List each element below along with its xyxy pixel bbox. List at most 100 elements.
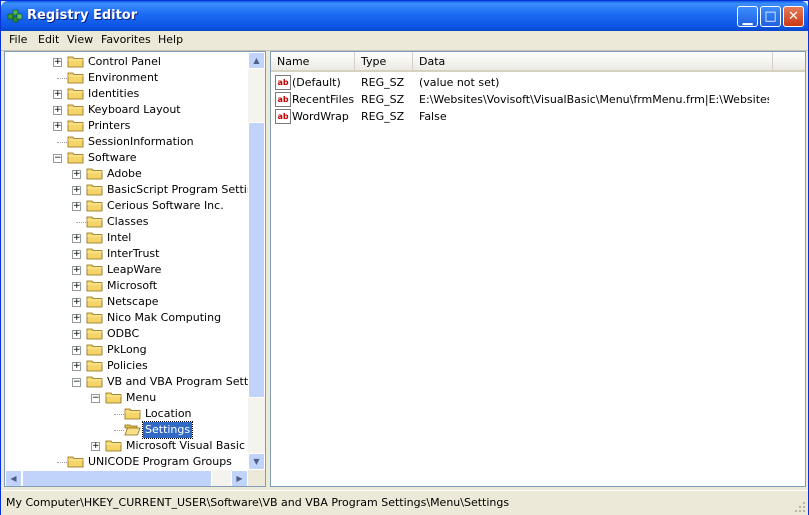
expand-icon[interactable]: + — [72, 313, 81, 323]
tree-item[interactable]: + Intel — [5, 230, 248, 246]
resize-grip-icon[interactable] — [794, 501, 806, 513]
tree-item-label: BasicScript Program Settings — [107, 183, 266, 196]
value-name: WordWrap — [292, 110, 349, 123]
tree-item[interactable]: Environment — [5, 70, 248, 86]
expand-icon[interactable]: + — [53, 121, 62, 131]
expand-icon[interactable]: + — [91, 441, 100, 451]
tree-item[interactable]: Location — [5, 406, 248, 422]
tree-item[interactable]: + PkLong — [5, 342, 248, 358]
svg-text:ab: ab — [277, 78, 288, 87]
close-button[interactable]: ✕ — [783, 6, 804, 27]
window-title: Registry Editor — [27, 8, 138, 23]
tree-item[interactable]: + Identities — [5, 86, 248, 102]
tree-item[interactable]: UNICODE Program Groups — [5, 454, 248, 470]
tree-item[interactable]: SessionInformation — [5, 134, 248, 150]
tree-item[interactable]: + Adobe — [5, 166, 248, 182]
collapse-icon[interactable]: − — [72, 377, 81, 387]
expand-icon[interactable]: + — [72, 169, 81, 179]
expand-icon[interactable]: + — [72, 297, 81, 307]
tree-item[interactable]: + Microsoft — [5, 278, 248, 294]
menu-file[interactable]: File — [9, 33, 27, 46]
tree-item[interactable]: + InterTrust — [5, 246, 248, 262]
tree-vertical-thumb[interactable] — [248, 122, 265, 398]
tree-item[interactable]: + Cerious Software Inc. — [5, 198, 248, 214]
tree-item[interactable]: + Keyboard Layout — [5, 102, 248, 118]
tree-item-label: Printers — [88, 119, 131, 132]
value-row[interactable]: ab RecentFiles REG_SZ E:\Websites\Vovisoft\… — [273, 91, 803, 108]
folder-icon — [86, 328, 103, 340]
value-row[interactable]: ab (Default) REG_SZ (value not set) — [273, 74, 803, 91]
value-name: RecentFiles — [292, 93, 355, 106]
expand-icon[interactable]: + — [53, 105, 62, 115]
collapse-icon[interactable]: − — [91, 393, 100, 403]
minimize-button[interactable]: ▁ — [737, 6, 758, 27]
column-header-name[interactable]: Name — [271, 52, 355, 72]
tree-item-label: PkLong — [107, 343, 147, 356]
tree-item[interactable]: − Menu — [5, 390, 248, 406]
menu-edit[interactable]: Edit — [38, 33, 59, 46]
registry-tree[interactable]: + Control Panel Environment + Identities + Key… — [4, 51, 266, 487]
tree-item[interactable]: + Policies — [5, 358, 248, 374]
tree-item[interactable]: + Nico Mak Computing — [5, 310, 248, 326]
expander-glyph: + — [92, 441, 100, 451]
scroll-up-button[interactable]: ▲ — [248, 52, 265, 69]
menu-view[interactable]: View — [67, 33, 93, 46]
tree-item-label: Environment — [88, 71, 159, 84]
expand-icon[interactable]: + — [72, 233, 81, 243]
values-list[interactable]: Name Type Data ab (Default) REG_SZ (value n… — [270, 51, 806, 487]
tree-item-label: Menu — [126, 391, 157, 404]
tree-item[interactable]: + BasicScript Program Settings — [5, 182, 265, 198]
title-bar[interactable]: Registry Editor ▁ □ ✕ — [1, 1, 808, 31]
folder-icon — [86, 312, 103, 324]
folder-icon — [67, 152, 84, 164]
menu-favorites[interactable]: Favorites — [101, 33, 151, 46]
tree-item[interactable]: + Netscape — [5, 294, 248, 310]
tree-horizontal-thumb[interactable] — [22, 470, 212, 486]
tree-item[interactable]: + Printers — [5, 118, 248, 134]
tree-horizontal-scrollbar[interactable]: ◀ ▶ — [5, 470, 248, 486]
expand-icon[interactable]: + — [72, 345, 81, 355]
expand-icon[interactable]: + — [72, 201, 81, 211]
arrow-right-icon: ▶ — [236, 474, 243, 483]
menu-help[interactable]: Help — [158, 33, 183, 46]
tree-item[interactable]: + Microsoft Visual Basic Add — [5, 438, 265, 454]
tree-item[interactable]: − Software — [5, 150, 248, 166]
tree-item[interactable]: + LeapWare — [5, 262, 248, 278]
expand-icon[interactable]: + — [53, 89, 62, 99]
expand-icon[interactable]: + — [72, 249, 81, 259]
value-row[interactable]: ab WordWrap REG_SZ False — [273, 108, 803, 125]
tree-item-label: Microsoft Visual Basic Add — [126, 439, 266, 452]
expand-icon[interactable]: + — [72, 329, 81, 339]
expand-icon[interactable]: + — [72, 281, 81, 291]
string-value-icon: ab — [275, 109, 291, 124]
tree-connector — [114, 414, 124, 415]
tree-item[interactable]: + Control Panel — [5, 54, 248, 70]
close-icon: ✕ — [788, 9, 799, 24]
folder-icon — [86, 232, 103, 244]
expand-icon[interactable]: + — [72, 361, 81, 371]
tree-item[interactable]: + ODBC — [5, 326, 248, 342]
tree-item-label: ODBC — [107, 327, 140, 340]
column-header-type[interactable]: Type — [355, 52, 413, 72]
tree-item[interactable]: − VB and VBA Program Settings — [5, 374, 265, 390]
collapse-icon[interactable]: − — [53, 153, 62, 163]
registry-editor-icon — [7, 9, 23, 23]
expand-icon[interactable]: + — [53, 57, 62, 67]
tree-vertical-scrollbar[interactable]: ▲ ▼ — [248, 52, 265, 470]
expander-glyph: + — [73, 345, 81, 355]
expand-icon[interactable]: + — [72, 185, 81, 195]
maximize-button[interactable]: □ — [760, 6, 781, 27]
column-header-filler — [773, 52, 805, 72]
folder-icon — [105, 392, 122, 404]
scroll-right-button[interactable]: ▶ — [231, 470, 248, 486]
tree-item[interactable]: Settings — [5, 421, 248, 439]
tree-item[interactable]: Classes — [5, 214, 248, 230]
minimize-icon: ▁ — [742, 11, 753, 26]
expand-icon[interactable]: + — [72, 265, 81, 275]
tree-item-label: Microsoft — [107, 279, 158, 292]
column-header-data[interactable]: Data — [413, 52, 773, 72]
expander-glyph: + — [73, 249, 81, 259]
expander-glyph: + — [73, 233, 81, 243]
scroll-down-button[interactable]: ▼ — [248, 453, 265, 470]
scroll-left-button[interactable]: ◀ — [5, 470, 22, 486]
